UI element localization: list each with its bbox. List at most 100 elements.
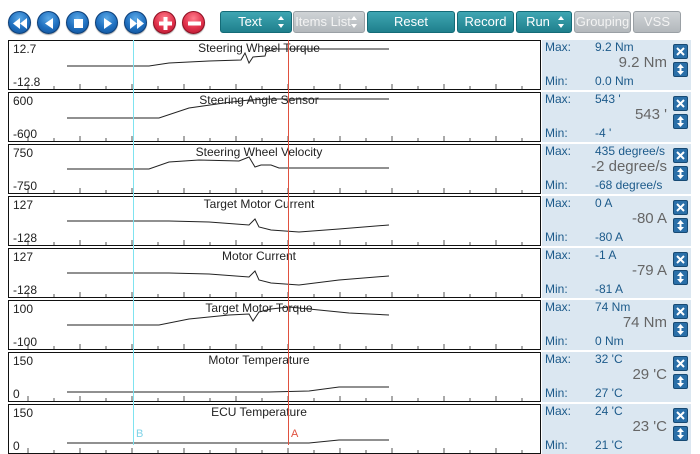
graph-panel: 12.7 -12.8 Steering Wheel Torque Max: 9.2…	[8, 40, 691, 90]
x-axis-ticks	[27, 240, 523, 245]
trace-line	[67, 439, 389, 444]
close-graph-button[interactable]	[673, 252, 688, 267]
close-icon	[676, 99, 685, 108]
close-icon	[676, 359, 685, 368]
close-graph-button[interactable]	[673, 356, 688, 371]
record-label: Record	[464, 14, 507, 29]
grouping-label: Grouping	[575, 14, 630, 29]
add-icon	[159, 17, 172, 30]
value-info-box: Max: 543 ' 543 ' Min: -4 '	[542, 92, 691, 142]
cursor-a-label: A	[291, 428, 299, 440]
graph-plot-area[interactable]: 100 -100 Target Motor Torque	[8, 300, 541, 350]
x-axis-ticks	[27, 396, 523, 401]
current-value: -80 A	[631, 210, 667, 227]
max-value: Max: 435 degree/s	[545, 144, 666, 158]
stop-button[interactable]	[66, 11, 89, 34]
run-dropdown[interactable]: Run	[516, 11, 572, 33]
close-graph-button[interactable]	[673, 200, 688, 215]
graph-panel: 150 0 ECU Temperature Max: 24 'C 23 'C Mi…	[8, 404, 691, 454]
x-axis-ticks	[27, 292, 523, 297]
x-axis-ticks	[27, 344, 523, 349]
y-axis-min: -12.8	[13, 75, 41, 89]
max-value: Max: 9.2 Nm	[545, 40, 634, 54]
min-value: Min: -81 A	[545, 282, 624, 296]
close-icon	[676, 255, 685, 264]
graph-title: Steering Wheel Torque	[198, 41, 320, 55]
vss-label: VSS	[643, 14, 670, 29]
graph-plot-area[interactable]: 150 0 ECU Temperature	[8, 404, 541, 454]
x-axis-ticks	[27, 84, 523, 89]
text-dropdown-label: Text	[238, 14, 262, 29]
graph-title: Target Motor Current	[203, 197, 315, 211]
expand-graph-button[interactable]	[673, 322, 688, 337]
max-value: Max: 32 'C	[545, 352, 623, 366]
expand-graph-button[interactable]	[673, 270, 688, 285]
spinner-arrows-icon	[351, 16, 357, 28]
current-value: 543 '	[634, 106, 667, 123]
reset-min-max-button[interactable]: Reset Min.Max	[367, 11, 455, 49]
y-axis-min: -750	[13, 179, 38, 193]
step-forward-button[interactable]	[95, 11, 118, 34]
graph-plot-area[interactable]: 127 -128 Target Motor Current	[8, 196, 541, 246]
cursor-a-line[interactable]	[288, 40, 289, 445]
cursor-b-line[interactable]	[133, 40, 134, 445]
fast-forward-icon	[130, 18, 144, 29]
text-dropdown[interactable]: Text	[220, 11, 292, 33]
toolbar: Text Items List Reset Min.Max Record Run…	[0, 0, 700, 49]
expand-graph-button[interactable]	[673, 62, 688, 77]
x-axis-ticks	[27, 136, 523, 141]
graph-panel: 127 -128 Motor Current Max: -1 A -79 A Mi…	[8, 248, 691, 298]
close-icon	[676, 47, 685, 56]
value-info-box: Max: 9.2 Nm 9.2 Nm Min: 0.0 Nm	[542, 40, 691, 90]
graph-panel: 150 0 Motor Temperature Max: 32 'C 29 'C …	[8, 352, 691, 402]
close-graph-button[interactable]	[673, 304, 688, 319]
expand-graph-button[interactable]	[673, 166, 688, 181]
close-graph-button[interactable]	[673, 96, 688, 111]
items-list-label: Items List	[295, 14, 351, 29]
close-icon	[676, 307, 685, 316]
vss-button[interactable]: VSS	[633, 11, 681, 33]
value-info-box: Max: 32 'C 29 'C Min: 27 'C	[542, 352, 691, 402]
expand-arrows-icon	[677, 428, 684, 439]
close-graph-button[interactable]	[673, 148, 688, 163]
expand-graph-button[interactable]	[673, 218, 688, 233]
y-axis-min: 0	[13, 387, 20, 401]
add-button[interactable]	[153, 11, 176, 34]
min-value: Min: 0 Nm	[545, 334, 624, 348]
spinner-arrows-icon	[278, 16, 284, 28]
graph-plot-area[interactable]: 600 -600 Steering Angle Sensor	[8, 92, 541, 142]
step-forward-icon	[104, 18, 112, 29]
fast-forward-button[interactable]	[124, 11, 147, 34]
close-icon	[676, 203, 685, 212]
current-value: 74 Nm	[622, 314, 667, 331]
min-value: Min: 21 'C	[545, 438, 623, 452]
y-axis-min: -600	[13, 127, 38, 141]
y-axis-min: 0	[13, 439, 20, 453]
grouping-button[interactable]: Grouping	[574, 11, 631, 33]
graph-plot-area[interactable]: 127 -128 Motor Current	[8, 248, 541, 298]
expand-graph-button[interactable]	[673, 114, 688, 129]
current-value: 9.2 Nm	[618, 54, 667, 71]
remove-button[interactable]	[182, 11, 205, 34]
graph-title: Motor Current	[221, 249, 297, 263]
expand-graph-button[interactable]	[673, 426, 688, 441]
min-value: Min: -80 A	[545, 230, 624, 244]
record-button[interactable]: Record	[457, 11, 514, 33]
min-value: Min: -4 '	[545, 126, 612, 140]
graph-title: Target Motor Torque	[205, 301, 313, 315]
trace-line	[67, 270, 390, 286]
items-list-dropdown[interactable]: Items List	[293, 11, 365, 33]
close-graph-button[interactable]	[673, 408, 688, 423]
graph-plot-area[interactable]: 150 0 Motor Temperature	[8, 352, 541, 402]
trace-line	[67, 218, 390, 233]
expand-arrows-icon	[677, 168, 684, 179]
expand-graph-button[interactable]	[673, 374, 688, 389]
step-back-button[interactable]	[37, 11, 60, 34]
graph-plot-area[interactable]: 750 -750 Steering Wheel Velocity	[8, 144, 541, 194]
close-graph-button[interactable]	[673, 44, 688, 59]
rewind-button[interactable]	[8, 11, 31, 34]
value-info-box: Max: 74 Nm 74 Nm Min: 0 Nm	[542, 300, 691, 350]
graph-panel: 127 -128 Target Motor Current Max: 0 A -8…	[8, 196, 691, 246]
trace-line	[67, 386, 389, 393]
graph-plot-area[interactable]: 12.7 -12.8 Steering Wheel Torque	[8, 40, 541, 90]
